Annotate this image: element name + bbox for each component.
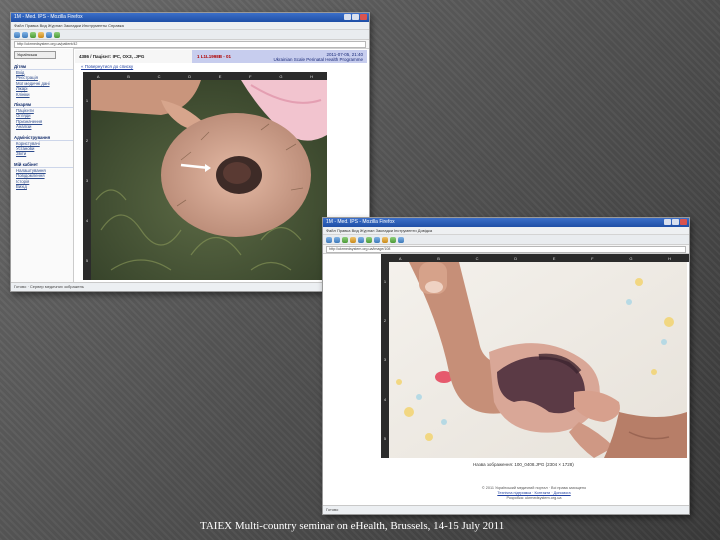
back-icon[interactable] (14, 31, 20, 38)
save-icon[interactable] (382, 236, 388, 243)
ruler-label: B (127, 73, 130, 79)
reload-icon[interactable] (30, 31, 36, 38)
sidebar-item[interactable]: Аналізи (11, 124, 73, 129)
maximize-icon[interactable] (672, 219, 679, 225)
sidebar-item[interactable]: Клініки (11, 92, 73, 97)
window-1-controls (344, 14, 367, 20)
window-1-titlebar[interactable]: 1М - Med. IPS - Mozilla Firefox (11, 13, 369, 22)
programme-block: 2011-07-05, 21:40 Ukrainian Scale Perina… (255, 52, 363, 62)
ruler-label: A (96, 73, 100, 79)
window-2-statusbar: Готово (323, 505, 689, 514)
sidebar-item[interactable]: Вихід (11, 184, 73, 189)
window-1-statusbar: Готово · Сервер медичних зображень (11, 282, 369, 291)
ruler-label: B (437, 255, 440, 261)
ruler-label: 5 (383, 435, 387, 441)
ruler-label: 4 (383, 396, 387, 402)
horizontal-ruler: A B C D E F G H (381, 254, 689, 262)
ruler-label: C (475, 255, 479, 261)
patient-info-bar: 4386 / Пацієнт: ІРС, ОХЗ, .JPG 1 L1L1998… (75, 50, 367, 63)
sidebar-item[interactable]: Звіти (11, 151, 73, 156)
ruler-label: 2 (85, 137, 89, 143)
window-1-title: 1М - Med. IPS - Mozilla Firefox (14, 14, 83, 20)
medical-photo-infant-hand[interactable] (389, 262, 687, 458)
infant-hand-image (389, 262, 687, 458)
browser-window-2: 1М - Med. IPS - Mozilla Firefox Файл Пра… (322, 217, 690, 515)
print-icon[interactable] (374, 236, 380, 243)
forward-icon[interactable] (334, 236, 340, 243)
close-icon[interactable] (360, 14, 367, 20)
patient-id: 4386 / Пацієнт: ІРС, ОХЗ, .JPG (79, 54, 145, 59)
window-2-toolbar (323, 235, 689, 245)
ruler-label: 2 (383, 318, 387, 324)
ruler-label: E (552, 255, 556, 261)
window-2-controls (664, 219, 687, 225)
window-2-addressbar: http://ukrmedsystem.org.ua/image/108 (323, 245, 689, 254)
minimize-icon[interactable] (344, 14, 351, 20)
stop-icon[interactable] (350, 236, 356, 243)
ruler-label: G (629, 255, 633, 261)
zoom-icon[interactable] (390, 236, 396, 243)
ruler-label: G (279, 73, 283, 79)
ruler-label: D (514, 255, 518, 261)
slide-footer: TAIEX Multi-country seminar on eHealth, … (200, 520, 505, 532)
image-caption: Назва зображення: 100_0408.JPG (2304 × 1… (473, 462, 574, 467)
stop-icon[interactable] (38, 31, 44, 38)
ruler-label: 3 (85, 177, 89, 183)
window-2-menubar[interactable]: Файл Правка Вид Журнал Закладки Інструме… (323, 227, 689, 235)
minimize-icon[interactable] (664, 219, 671, 225)
ruler-label: H (668, 255, 672, 261)
close-icon[interactable] (680, 219, 687, 225)
vertical-ruler: 1 2 3 4 5 (381, 262, 389, 458)
language-select[interactable]: Українська (14, 51, 56, 59)
maximize-icon[interactable] (352, 14, 359, 20)
vertical-ruler: 1 2 3 4 5 (83, 80, 91, 280)
medical-photo-infant-head[interactable] (91, 80, 327, 280)
ruler-label: D (188, 73, 192, 79)
horizontal-ruler: A B C D E F G H (83, 72, 327, 80)
footer-line-3: Розробка: ukrmedsystem.org.ua (506, 496, 562, 500)
programme-name: Ukrainian Scale Perinatal Health Program… (273, 56, 363, 62)
back-link[interactable]: « Повернутися до списку (81, 64, 133, 69)
window-1-menubar[interactable]: Файл Правка Вид Журнал Закладки Инструме… (11, 22, 369, 30)
ruler-label: H (310, 73, 314, 79)
home-icon[interactable] (46, 31, 52, 38)
ruler-label: 1 (383, 279, 387, 285)
window-2-title: 1М - Med. IPS - Mozilla Firefox (326, 219, 395, 225)
mail-icon[interactable] (398, 236, 404, 243)
home-icon[interactable] (358, 236, 364, 243)
ruler-label: 4 (85, 217, 89, 223)
url-input[interactable]: http://ukrmedsystem.org.ua/image/108 (326, 245, 686, 253)
browser-window-1: 1М - Med. IPS - Mozilla Firefox Файл Пра… (10, 12, 370, 292)
infant-head-image (91, 80, 327, 280)
bookmark-icon[interactable] (366, 236, 372, 243)
ruler-label: 3 (383, 357, 387, 363)
ruler-label: F (591, 255, 594, 261)
ruler-label: C (157, 73, 161, 79)
ruler-label: E (218, 73, 222, 79)
ruler-label: A (398, 255, 402, 261)
page-footer: © 2011 Український медичний портал · Всі… (383, 486, 685, 501)
ruler-label: 1 (85, 97, 89, 103)
back-icon[interactable] (326, 236, 332, 243)
window-1-sidebar: Українська Дітям Вхід Реєстрація Мої медичн… (11, 48, 74, 283)
forward-icon[interactable] (22, 31, 28, 38)
reload-icon[interactable] (342, 236, 348, 243)
ruler-label: 5 (85, 257, 89, 263)
window-2-titlebar[interactable]: 1М - Med. IPS - Mozilla Firefox (323, 218, 689, 227)
window-1-toolbar (11, 30, 369, 40)
ruler-label: F (249, 73, 252, 79)
url-input[interactable]: http://ukrmedsystem.org.ua/patient/42 (14, 40, 366, 48)
record-code: 1 L1L1998B - 01 (197, 54, 232, 59)
bookmark-icon[interactable] (54, 31, 60, 38)
